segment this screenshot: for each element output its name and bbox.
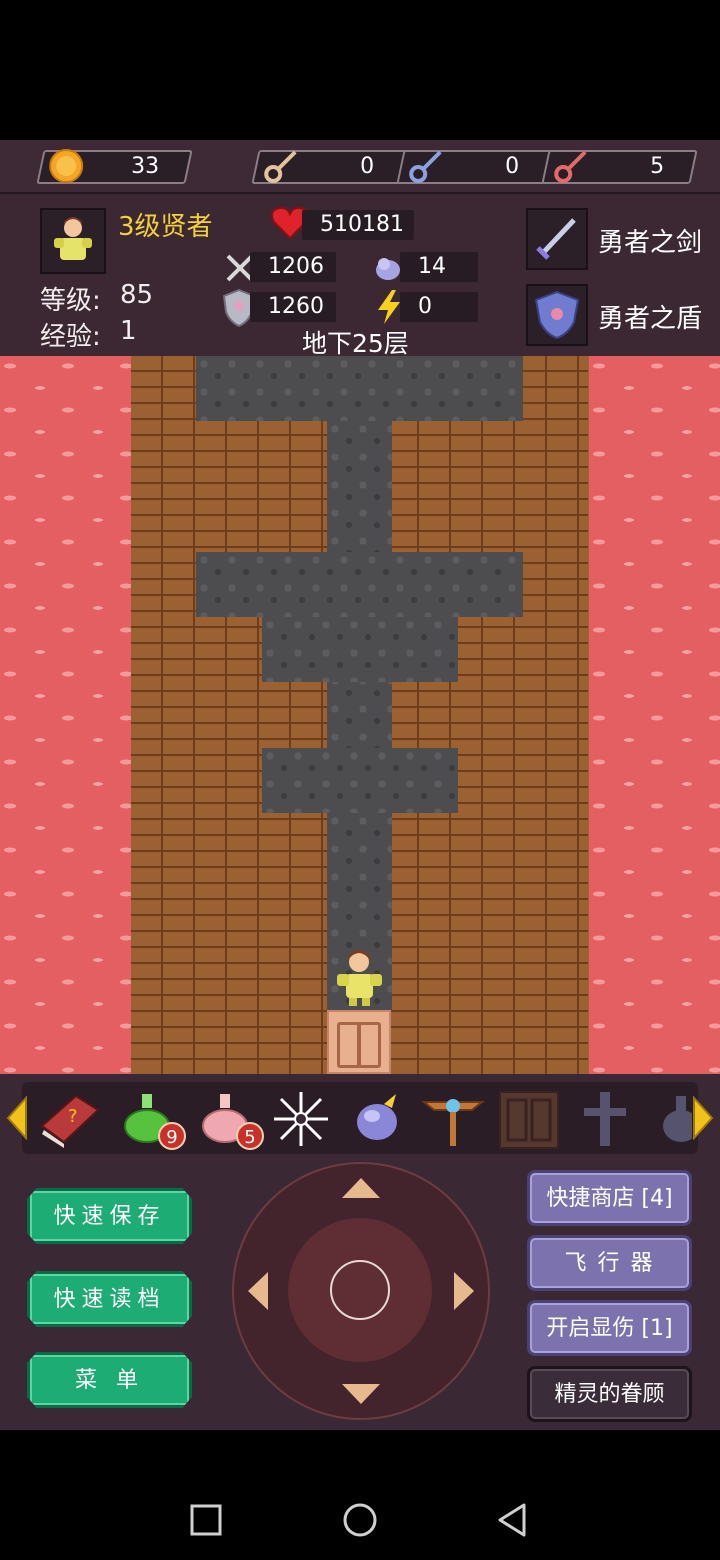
resource-bar: 33 0 0 5 bbox=[0, 140, 720, 194]
hero-avatar bbox=[40, 208, 106, 274]
item-slot-green-potion[interactable]: 9 bbox=[114, 1086, 186, 1152]
green-potion-count: 9 bbox=[158, 1122, 186, 1150]
quick-shop-button[interactable]: 快捷商店 [4] bbox=[527, 1170, 692, 1226]
item-slot-orb[interactable] bbox=[344, 1086, 410, 1152]
item-slot-pink-potion[interactable]: 5 bbox=[192, 1086, 264, 1152]
arrow-up-icon[interactable] bbox=[340, 1176, 382, 1200]
home-icon[interactable] bbox=[342, 1502, 378, 1538]
winged-staff-icon bbox=[421, 1099, 485, 1146]
cross-item-icon bbox=[584, 1092, 626, 1146]
speed-stat: 0 bbox=[400, 292, 478, 322]
door-item-icon bbox=[499, 1091, 559, 1149]
gold-counter: 33 bbox=[36, 149, 193, 184]
recent-apps-icon[interactable] bbox=[190, 1504, 222, 1536]
yellow-key-icon bbox=[264, 150, 297, 183]
vase-item-icon bbox=[663, 1096, 692, 1142]
armor-name: 勇者之盾 bbox=[598, 304, 703, 334]
arrow-left-icon[interactable] bbox=[246, 1270, 270, 1312]
level-value: 85 bbox=[120, 280, 154, 310]
def-stat: 1260 bbox=[250, 292, 336, 322]
floor-indicator: 地下25层 bbox=[302, 329, 409, 358]
item-slot-snowflake[interactable] bbox=[268, 1086, 334, 1152]
gold-coin-icon bbox=[49, 149, 84, 183]
item-slot-cross[interactable] bbox=[572, 1086, 638, 1152]
atk-stat: 1206 bbox=[250, 252, 336, 282]
arrow-down-icon[interactable] bbox=[340, 1382, 382, 1406]
stone-floor bbox=[262, 748, 458, 813]
mdef-stat: 14 bbox=[400, 252, 478, 282]
item-slot-staff[interactable] bbox=[420, 1086, 486, 1152]
mdef-value: 14 bbox=[418, 254, 446, 279]
snowflake-icon bbox=[274, 1092, 328, 1146]
scroll-left-icon[interactable] bbox=[6, 1096, 28, 1140]
pink-potion-count: 5 bbox=[236, 1122, 264, 1150]
quick-save-button[interactable]: 快速保存 bbox=[27, 1188, 192, 1244]
top-black-area bbox=[0, 0, 720, 140]
weapon-name: 勇者之剑 bbox=[598, 228, 703, 258]
hero-portrait-icon bbox=[54, 217, 92, 260]
stone-floor bbox=[196, 552, 523, 617]
back-icon[interactable] bbox=[496, 1502, 528, 1538]
joystick-center-button[interactable] bbox=[330, 1260, 390, 1320]
monster-manual-icon: ? bbox=[40, 1094, 100, 1148]
lava-left bbox=[0, 356, 131, 1074]
game-map[interactable] bbox=[0, 356, 720, 1074]
hero-sprite bbox=[337, 950, 382, 1006]
hp-value: 510181 bbox=[320, 212, 404, 237]
shield-icon bbox=[534, 290, 580, 340]
sword-icon bbox=[536, 218, 576, 260]
system-nav-bar bbox=[0, 1430, 720, 1560]
blue-key-value: 0 bbox=[505, 154, 520, 179]
lava-right bbox=[589, 356, 720, 1074]
stone-floor bbox=[262, 617, 458, 682]
speed-value: 0 bbox=[418, 294, 432, 319]
hp-stat: 510181 bbox=[302, 210, 414, 240]
stone-floor bbox=[196, 356, 523, 421]
red-key-counter: 5 bbox=[541, 150, 698, 184]
quick-load-button[interactable]: 快速读档 bbox=[27, 1271, 192, 1327]
exp-value: 1 bbox=[120, 316, 137, 346]
item-slot-manual[interactable]: ? bbox=[36, 1086, 102, 1152]
crystal-orb-icon bbox=[357, 1094, 397, 1140]
blue-key-counter: 0 bbox=[396, 150, 553, 184]
item-slot-vase[interactable] bbox=[648, 1086, 692, 1152]
yellow-key-value: 0 bbox=[360, 154, 375, 179]
flyer-button[interactable]: 飞 行 器 bbox=[527, 1235, 692, 1291]
level-label: 等级: bbox=[40, 286, 101, 316]
red-key-icon bbox=[554, 150, 587, 183]
yellow-key-counter: 0 bbox=[251, 150, 408, 184]
arrow-right-icon[interactable] bbox=[452, 1270, 476, 1312]
red-key-value: 5 bbox=[650, 154, 665, 179]
armor-slot[interactable] bbox=[526, 284, 588, 346]
spirit-favor-button[interactable]: 精灵的眷顾 bbox=[527, 1366, 692, 1422]
stone-corridor bbox=[327, 421, 392, 1011]
menu-button[interactable]: 菜 单 bbox=[27, 1352, 192, 1408]
exp-label: 经验: bbox=[40, 322, 101, 352]
atk-value: 1206 bbox=[268, 254, 324, 279]
svg-text:?: ? bbox=[68, 1106, 78, 1127]
def-value: 1260 bbox=[268, 294, 324, 319]
hero-title: 3级贤者 bbox=[118, 212, 213, 242]
item-slot-door[interactable] bbox=[496, 1086, 562, 1152]
blue-key-icon bbox=[409, 150, 442, 183]
gold-value: 33 bbox=[131, 154, 160, 179]
stairs-door[interactable] bbox=[327, 1010, 391, 1074]
show-damage-button[interactable]: 开启显伤 [1] bbox=[527, 1300, 692, 1356]
scroll-right-icon[interactable] bbox=[692, 1096, 714, 1140]
weapon-slot[interactable] bbox=[526, 208, 588, 270]
